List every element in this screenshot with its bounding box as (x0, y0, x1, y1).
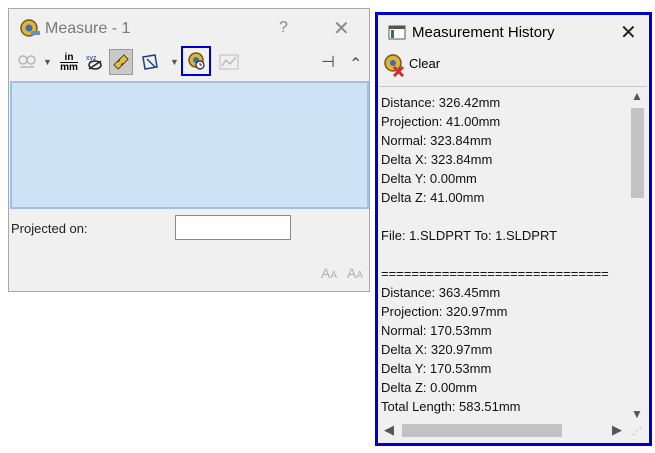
point-to-point-button[interactable] (109, 49, 133, 75)
vertical-scroll-thumb[interactable] (631, 108, 644, 198)
history-line: File: 1.SLDPRT To: 1.SLDPRT (381, 228, 558, 243)
font-increase-icon: A (347, 265, 357, 281)
decrease-font-button[interactable]: AA (321, 265, 337, 281)
history-title: Measurement History (412, 24, 555, 41)
history-line: ============================== (381, 266, 609, 281)
sensor-chart-icon (219, 54, 239, 70)
increase-font-button[interactable]: AA (347, 265, 363, 281)
scroll-down-icon[interactable]: ▼ (631, 407, 643, 421)
measurement-history-window: Measurement History ✕ Clear Distance: 32… (375, 12, 652, 446)
vertical-scrollbar[interactable]: ▲ ▼ (629, 87, 646, 424)
close-button[interactable]: ✕ (333, 16, 350, 41)
measure-titlebar[interactable]: Measure - 1 ? ✕ (9, 9, 369, 47)
history-line: Normal: 170.53mm (381, 323, 492, 338)
history-line: Delta Z: 0.00mm (381, 380, 478, 395)
measurement-history-icon (188, 52, 205, 70)
units-icon-bottom: mm (60, 61, 78, 73)
history-line (381, 207, 609, 226)
history-line: Delta Y: 170.53mm (381, 361, 492, 376)
horizontal-scrollbar[interactable]: ◀ ▶ (379, 421, 629, 440)
font-decrease-small-glyph: A (330, 270, 338, 281)
history-line: Distance: 363.45mm (381, 285, 501, 300)
measure-window: Measure - 1 ? ✕ ▼ in mm xyz ▼ ⊣ ⌃ Projec… (8, 8, 370, 292)
history-lines: Distance: 326.42mm Projection: 41.00mm Nor… (381, 93, 609, 416)
scroll-left-icon[interactable]: ◀ (384, 422, 394, 438)
projection-button[interactable] (139, 49, 163, 75)
clear-history-button[interactable] (382, 53, 408, 79)
font-decrease-icon: A (321, 265, 331, 281)
pin-icon[interactable]: ⊣ (321, 52, 335, 72)
clear-history-icon (384, 54, 405, 78)
window-icon (388, 25, 406, 40)
units-icon: in mm (60, 51, 78, 73)
units-precision-button[interactable]: in mm (57, 49, 81, 75)
sensor-button[interactable] (217, 49, 241, 75)
history-line: Delta Y: 0.00mm (381, 171, 477, 186)
measure-title: Measure - 1 (45, 20, 131, 37)
history-line: Delta Z: 41.00mm (381, 190, 485, 205)
projection-dropdown-caret[interactable]: ▼ (170, 57, 179, 67)
history-line: Delta X: 323.84mm (381, 152, 493, 167)
history-text-area[interactable]: Distance: 326.42mm Projection: 41.00mm Nor… (379, 86, 647, 443)
ruler-icon (113, 54, 129, 70)
projected-on-label: Projected on: (11, 221, 88, 236)
clear-label[interactable]: Clear (409, 56, 440, 71)
scroll-right-icon[interactable]: ▶ (612, 422, 622, 438)
history-line: Projection: 41.00mm (381, 114, 501, 129)
history-line: Distance: 326.42mm (381, 95, 501, 110)
arc-dropdown-caret[interactable]: ▼ (43, 57, 52, 67)
history-line: Projection: 320.97mm (381, 304, 508, 319)
history-line (381, 245, 609, 264)
show-xyz-button[interactable]: xyz (83, 49, 107, 75)
measure-tape-icon (20, 19, 40, 37)
history-line: Delta X: 320.97mm (381, 342, 493, 357)
horizontal-scroll-thumb[interactable] (402, 424, 562, 437)
arc-circle-options-button[interactable] (15, 49, 39, 75)
measure-toolbar: ▼ in mm xyz ▼ ⊣ ⌃ (9, 46, 369, 77)
history-close-button[interactable]: ✕ (620, 20, 637, 45)
history-line: Total Length: 583.51mm (381, 399, 521, 414)
resize-grip-icon[interactable]: ⋰ (632, 426, 642, 437)
collapse-icon[interactable]: ⌃ (349, 54, 362, 74)
history-line: Normal: 323.84mm (381, 133, 492, 148)
measure-results-area[interactable] (10, 81, 369, 209)
units-icon-top: in (64, 51, 74, 63)
font-increase-small-glyph: A (356, 270, 364, 281)
projected-on-field[interactable] (175, 215, 291, 240)
projection-icon (142, 54, 158, 70)
arc-circle-icon (18, 55, 36, 68)
xyz-measurements-icon: xyz (86, 55, 102, 70)
history-titlebar[interactable]: Measurement History ✕ (378, 15, 649, 49)
measurement-history-button[interactable] (181, 46, 211, 76)
help-button[interactable]: ? (279, 19, 288, 37)
scroll-up-icon[interactable]: ▲ (631, 89, 643, 103)
